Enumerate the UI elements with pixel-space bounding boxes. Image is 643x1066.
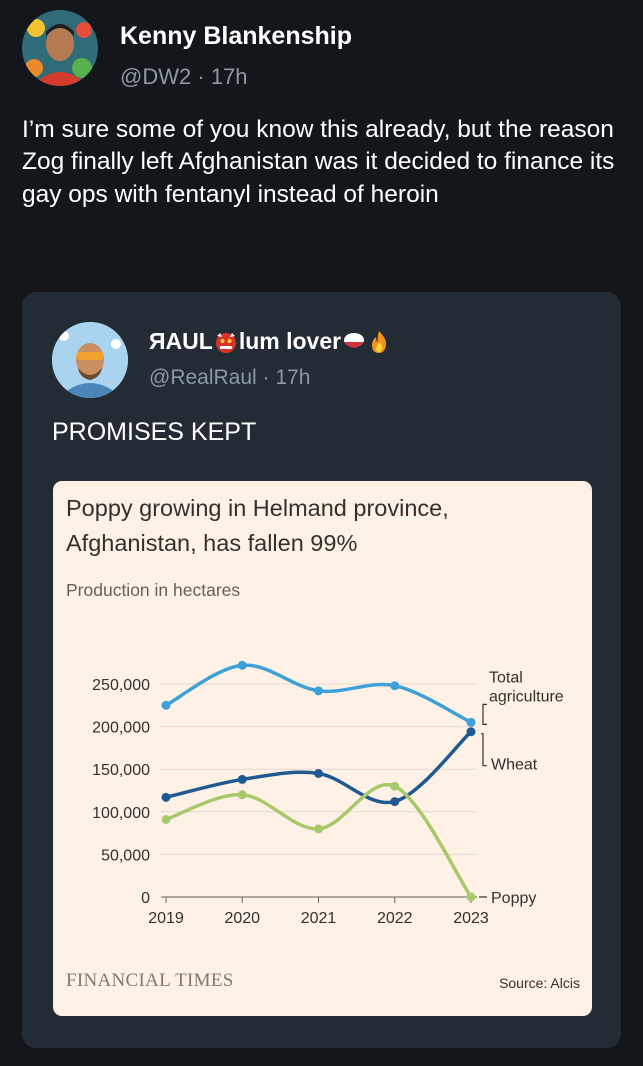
data-point-wheat	[390, 797, 400, 807]
quote-handle[interactable]: @RealRaul	[149, 366, 257, 389]
data-point-poppy	[466, 892, 476, 902]
data-point-wheat	[237, 774, 247, 784]
quoted-tweet[interactable]: ЯAUL lum lover @RealRaul · 17h PROMISES …	[22, 292, 621, 1048]
y-tick-label: 250,000	[92, 677, 150, 694]
tweet-header: Kenny Blankenship @DW2 · 17h	[22, 10, 622, 90]
fire-emoji-icon	[372, 330, 387, 353]
tweet-meta: @DW2 · 17h	[120, 64, 248, 90]
author-handle[interactable]: @DW2	[120, 64, 191, 89]
data-point-total-agriculture	[390, 681, 400, 691]
y-tick-label: 150,000	[92, 762, 150, 779]
y-tick-label: 50,000	[101, 847, 150, 864]
series-label-wheat: Wheat	[491, 757, 538, 774]
quote-avatar[interactable]	[52, 322, 128, 398]
quote-time[interactable]: 17h	[275, 366, 310, 389]
chart-image[interactable]: Poppy growing in Helmand province, Afgha…	[53, 481, 592, 1016]
x-tick-label: 2021	[301, 910, 337, 927]
quote-author-name[interactable]: ЯAUL lum lover	[149, 328, 391, 355]
x-tick-label: 2020	[224, 910, 260, 927]
meta-separator: ·	[262, 366, 276, 389]
data-point-poppy	[390, 781, 400, 791]
series-label-total: Total agriculture	[489, 669, 564, 705]
financial-times-logo: FINANCIAL TIMES	[66, 970, 234, 991]
x-tick-label: 2023	[453, 910, 489, 927]
y-tick-label: 200,000	[92, 720, 150, 737]
data-point-total-agriculture	[161, 700, 171, 710]
series-line-poppy	[164, 782, 473, 899]
quote-name-part2: lum lover	[238, 328, 342, 354]
rice-bowl-emoji-icon	[344, 332, 365, 348]
data-point-total-agriculture	[466, 717, 476, 727]
y-tick-label: 0	[141, 890, 150, 907]
series-label-line: agriculture	[489, 688, 564, 705]
tweet-time[interactable]: 17h	[211, 64, 248, 89]
data-point-wheat	[161, 792, 171, 802]
series-label-line: Total	[489, 669, 523, 686]
author-name[interactable]: Kenny Blankenship	[120, 22, 352, 51]
series-label-poppy: Poppy	[491, 890, 536, 907]
x-tick-label: 2019	[148, 910, 184, 927]
data-point-total-agriculture	[237, 660, 247, 670]
data-point-wheat	[314, 768, 323, 778]
chart-source: Source: Alcis	[499, 975, 580, 991]
meta-separator: ·	[197, 64, 211, 89]
y-tick-label: 100,000	[92, 805, 150, 822]
tweet-text: I’m sure some of you know this already, …	[22, 116, 615, 208]
data-point-poppy	[314, 824, 323, 834]
data-point-total-agriculture	[314, 686, 323, 696]
data-point-poppy	[237, 790, 247, 800]
ogre-emoji-icon	[215, 332, 236, 353]
data-point-poppy	[161, 814, 171, 824]
total-label-bracket	[482, 703, 487, 725]
quote-text: PROMISES KEPT	[52, 418, 257, 446]
x-tick-label: 2022	[377, 910, 413, 927]
avatar[interactable]	[22, 10, 98, 86]
wheat-label-bracket	[481, 733, 487, 767]
series-line-wheat	[164, 729, 473, 805]
line-chart: 0 50,000 100,000 150,000 200,000 250,000 2019 2…	[92, 660, 564, 927]
data-point-wheat	[466, 727, 476, 737]
quote-meta: @RealRaul · 17h	[149, 366, 310, 390]
quote-name-part1: ЯAUL	[149, 328, 213, 354]
